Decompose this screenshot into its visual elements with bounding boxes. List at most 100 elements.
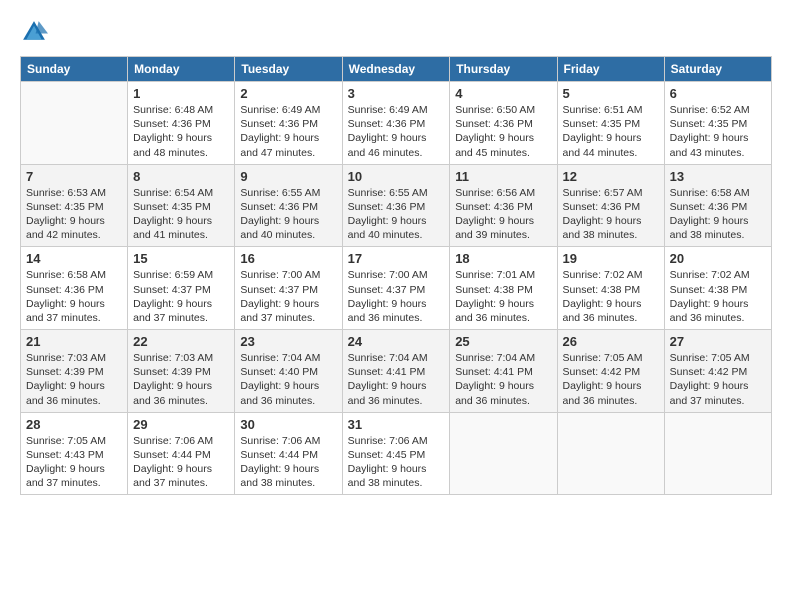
calendar-cell (557, 412, 664, 495)
day-number: 5 (563, 86, 659, 101)
day-info: Sunrise: 6:55 AMSunset: 4:36 PMDaylight:… (240, 186, 336, 243)
day-info: Sunrise: 6:52 AMSunset: 4:35 PMDaylight:… (670, 103, 766, 160)
day-number: 3 (348, 86, 445, 101)
logo-icon (20, 18, 48, 46)
day-info: Sunrise: 7:02 AMSunset: 4:38 PMDaylight:… (563, 268, 659, 325)
day-info: Sunrise: 6:49 AMSunset: 4:36 PMDaylight:… (348, 103, 445, 160)
day-number: 4 (455, 86, 551, 101)
calendar-cell: 3 Sunrise: 6:49 AMSunset: 4:36 PMDaylight… (342, 82, 450, 165)
calendar-cell: 15 Sunrise: 6:59 AMSunset: 4:37 PMDayligh… (128, 247, 235, 330)
day-info: Sunrise: 7:00 AMSunset: 4:37 PMDaylight:… (348, 268, 445, 325)
day-number: 27 (670, 334, 766, 349)
day-number: 6 (670, 86, 766, 101)
day-info: Sunrise: 6:56 AMSunset: 4:36 PMDaylight:… (455, 186, 551, 243)
calendar-cell: 16 Sunrise: 7:00 AMSunset: 4:37 PMDayligh… (235, 247, 342, 330)
calendar-cell: 10 Sunrise: 6:55 AMSunset: 4:36 PMDayligh… (342, 164, 450, 247)
day-number: 20 (670, 251, 766, 266)
calendar-week-row: 1 Sunrise: 6:48 AMSunset: 4:36 PMDaylight… (21, 82, 772, 165)
day-number: 29 (133, 417, 229, 432)
day-number: 13 (670, 169, 766, 184)
calendar-cell: 20 Sunrise: 7:02 AMSunset: 4:38 PMDayligh… (664, 247, 771, 330)
day-number: 17 (348, 251, 445, 266)
day-number: 26 (563, 334, 659, 349)
weekday-header-monday: Monday (128, 57, 235, 82)
calendar-cell: 12Sunrise: 6:57 AMSunset: 4:36 PMDayligh… (557, 164, 664, 247)
calendar-week-row: 28Sunrise: 7:05 AMSunset: 4:43 PMDayligh… (21, 412, 772, 495)
day-info: Sunrise: 7:05 AMSunset: 4:42 PMDaylight:… (670, 351, 766, 408)
day-info: Sunrise: 7:06 AMSunset: 4:44 PMDaylight:… (240, 434, 336, 491)
calendar-cell (664, 412, 771, 495)
day-info: Sunrise: 7:01 AMSunset: 4:38 PMDaylight:… (455, 268, 551, 325)
day-info: Sunrise: 6:51 AMSunset: 4:35 PMDaylight:… (563, 103, 659, 160)
calendar-cell: 2 Sunrise: 6:49 AMSunset: 4:36 PMDaylight… (235, 82, 342, 165)
weekday-header-wednesday: Wednesday (342, 57, 450, 82)
header (20, 18, 772, 46)
calendar-cell: 17 Sunrise: 7:00 AMSunset: 4:37 PMDayligh… (342, 247, 450, 330)
day-info: Sunrise: 6:48 AMSunset: 4:36 PMDaylight:… (133, 103, 229, 160)
day-number: 18 (455, 251, 551, 266)
day-number: 15 (133, 251, 229, 266)
calendar-cell: 11 Sunrise: 6:56 AMSunset: 4:36 PMDayligh… (450, 164, 557, 247)
day-number: 2 (240, 86, 336, 101)
calendar-cell: 27 Sunrise: 7:05 AMSunset: 4:42 PMDayligh… (664, 330, 771, 413)
logo (20, 18, 52, 46)
calendar-cell: 14 Sunrise: 6:58 AMSunset: 4:36 PMDayligh… (21, 247, 128, 330)
day-info: Sunrise: 6:53 AMSunset: 4:35 PMDaylight:… (26, 186, 122, 243)
day-number: 19 (563, 251, 659, 266)
calendar-cell (21, 82, 128, 165)
day-info: Sunrise: 6:54 AMSunset: 4:35 PMDaylight:… (133, 186, 229, 243)
calendar-cell: 21 Sunrise: 7:03 AMSunset: 4:39 PMDayligh… (21, 330, 128, 413)
day-info: Sunrise: 6:55 AMSunset: 4:36 PMDaylight:… (348, 186, 445, 243)
day-number: 16 (240, 251, 336, 266)
calendar-week-row: 14 Sunrise: 6:58 AMSunset: 4:36 PMDayligh… (21, 247, 772, 330)
day-info: Sunrise: 6:50 AMSunset: 4:36 PMDaylight:… (455, 103, 551, 160)
calendar-cell: 30Sunrise: 7:06 AMSunset: 4:44 PMDayligh… (235, 412, 342, 495)
calendar-table: SundayMondayTuesdayWednesdayThursdayFrid… (20, 56, 772, 495)
calendar-cell: 28Sunrise: 7:05 AMSunset: 4:43 PMDayligh… (21, 412, 128, 495)
day-number: 8 (133, 169, 229, 184)
calendar-cell: 19 Sunrise: 7:02 AMSunset: 4:38 PMDayligh… (557, 247, 664, 330)
calendar-cell: 26 Sunrise: 7:05 AMSunset: 4:42 PMDayligh… (557, 330, 664, 413)
calendar-cell (450, 412, 557, 495)
day-info: Sunrise: 7:00 AMSunset: 4:37 PMDaylight:… (240, 268, 336, 325)
day-number: 21 (26, 334, 122, 349)
calendar-cell: 18 Sunrise: 7:01 AMSunset: 4:38 PMDayligh… (450, 247, 557, 330)
day-info: Sunrise: 7:05 AMSunset: 4:42 PMDaylight:… (563, 351, 659, 408)
calendar-cell: 1 Sunrise: 6:48 AMSunset: 4:36 PMDaylight… (128, 82, 235, 165)
day-number: 14 (26, 251, 122, 266)
day-info: Sunrise: 6:59 AMSunset: 4:37 PMDaylight:… (133, 268, 229, 325)
calendar-cell: 8 Sunrise: 6:54 AMSunset: 4:35 PMDaylight… (128, 164, 235, 247)
day-info: Sunrise: 6:58 AMSunset: 4:36 PMDaylight:… (26, 268, 122, 325)
day-info: Sunrise: 7:04 AMSunset: 4:41 PMDaylight:… (348, 351, 445, 408)
day-number: 11 (455, 169, 551, 184)
calendar-week-row: 21 Sunrise: 7:03 AMSunset: 4:39 PMDayligh… (21, 330, 772, 413)
weekday-header-saturday: Saturday (664, 57, 771, 82)
day-info: Sunrise: 6:49 AMSunset: 4:36 PMDaylight:… (240, 103, 336, 160)
weekday-header-friday: Friday (557, 57, 664, 82)
calendar-cell: 9 Sunrise: 6:55 AMSunset: 4:36 PMDaylight… (235, 164, 342, 247)
day-info: Sunrise: 7:02 AMSunset: 4:38 PMDaylight:… (670, 268, 766, 325)
day-info: Sunrise: 7:03 AMSunset: 4:39 PMDaylight:… (26, 351, 122, 408)
day-number: 23 (240, 334, 336, 349)
day-info: Sunrise: 7:03 AMSunset: 4:39 PMDaylight:… (133, 351, 229, 408)
calendar-cell: 22 Sunrise: 7:03 AMSunset: 4:39 PMDayligh… (128, 330, 235, 413)
day-number: 10 (348, 169, 445, 184)
weekday-header-row: SundayMondayTuesdayWednesdayThursdayFrid… (21, 57, 772, 82)
day-number: 9 (240, 169, 336, 184)
day-info: Sunrise: 7:04 AMSunset: 4:41 PMDaylight:… (455, 351, 551, 408)
day-info: Sunrise: 6:58 AMSunset: 4:36 PMDaylight:… (670, 186, 766, 243)
calendar-cell: 24 Sunrise: 7:04 AMSunset: 4:41 PMDayligh… (342, 330, 450, 413)
calendar-cell: 29 Sunrise: 7:06 AMSunset: 4:44 PMDayligh… (128, 412, 235, 495)
calendar-cell: 5 Sunrise: 6:51 AMSunset: 4:35 PMDaylight… (557, 82, 664, 165)
day-info: Sunrise: 6:57 AMSunset: 4:36 PMDaylight:… (563, 186, 659, 243)
weekday-header-tuesday: Tuesday (235, 57, 342, 82)
day-number: 24 (348, 334, 445, 349)
day-number: 22 (133, 334, 229, 349)
day-info: Sunrise: 7:04 AMSunset: 4:40 PMDaylight:… (240, 351, 336, 408)
day-number: 7 (26, 169, 122, 184)
day-info: Sunrise: 7:06 AMSunset: 4:44 PMDaylight:… (133, 434, 229, 491)
weekday-header-sunday: Sunday (21, 57, 128, 82)
day-number: 25 (455, 334, 551, 349)
day-number: 1 (133, 86, 229, 101)
calendar-cell: 4 Sunrise: 6:50 AMSunset: 4:36 PMDaylight… (450, 82, 557, 165)
